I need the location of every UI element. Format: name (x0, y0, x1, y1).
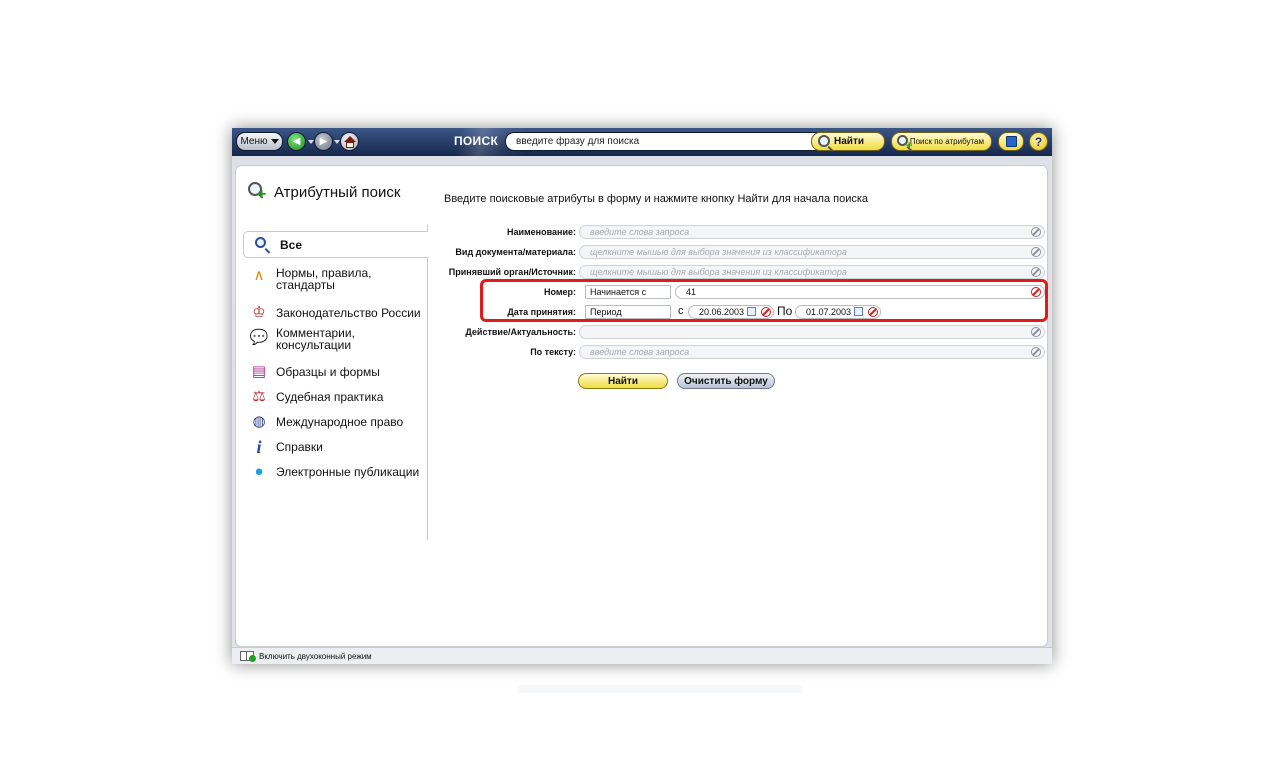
sidebar-item-references[interactable]: i Справки (250, 437, 323, 457)
sidebar-item-court-practice[interactable]: ⚖ Судебная практика (250, 388, 383, 406)
background-strip (518, 685, 802, 693)
sidebar-item-label: Комментарии, консультации (276, 326, 355, 352)
sidebar-item-label: Все (280, 237, 303, 252)
help-button[interactable]: ? (1029, 132, 1048, 151)
dual-window-icon[interactable] (240, 651, 256, 662)
disc-icon: ● (254, 463, 264, 480)
name-label: Наименование: (506, 227, 576, 237)
menu-button-label: Меню (240, 136, 268, 147)
sidebar-item-label: Справки (276, 440, 323, 454)
sidebar-item-norms[interactable]: ∧ Нормы, правила, стандарты (250, 267, 386, 291)
sidebar-title: + Атрибутный поиск (248, 182, 401, 203)
clear-status-icon[interactable] (1031, 327, 1041, 337)
form-instruction: Введите поисковые атрибуты в форму и наж… (444, 193, 869, 205)
sidebar-item-comments[interactable]: 💬 Комментарии, консультации (250, 327, 386, 351)
toolbar-find-button[interactable]: Найти (811, 132, 885, 151)
plus-icon: + (906, 140, 913, 152)
clear-doc-type-icon[interactable] (1031, 247, 1041, 257)
sidebar-item-label: Образцы и формы (276, 365, 380, 379)
plus-icon: + (257, 186, 267, 203)
text-search-input[interactable]: введите слова запроса (579, 345, 1045, 359)
attribute-search-icon: + (248, 182, 268, 203)
search-icon (254, 236, 272, 254)
home-button[interactable] (340, 132, 359, 151)
sidebar-item-label: Нормы, правила, стандарты (276, 266, 372, 292)
attribute-search-button[interactable]: + Поиск по атрибутам (891, 132, 992, 152)
sidebar-item-e-publications[interactable]: ● Электронные публикации (250, 463, 419, 481)
highlight-annotation-box (480, 279, 1048, 322)
dual-window-toggle[interactable]: Включить двухоконный режим (259, 652, 372, 661)
status-input[interactable] (579, 325, 1045, 339)
issuer-input[interactable]: щелкните мышью для выбора значения из кл… (579, 265, 1045, 279)
doc-type-label: Вид документа/материала: (455, 247, 576, 257)
sidebar-item-label: Судебная практика (276, 390, 384, 404)
forward-button[interactable]: ▶ (314, 132, 333, 151)
arrow-right-icon: ▶ (319, 136, 328, 147)
sidebar-item-forms[interactable]: ▤ Образцы и формы (250, 363, 380, 381)
globe-icon: ◍ (252, 413, 266, 430)
form-find-button[interactable]: Найти (578, 373, 668, 389)
info-icon: i (256, 437, 262, 457)
clear-text-search-icon[interactable] (1031, 347, 1041, 357)
eagle-emblem-icon: ♔ (252, 304, 266, 321)
form-find-label: Найти (608, 375, 638, 387)
book-icon (1006, 136, 1017, 147)
back-button[interactable]: ◀ (287, 132, 306, 151)
compass-icon: ∧ (253, 267, 265, 284)
clear-form-button[interactable]: Очистить форму (677, 373, 775, 389)
name-input[interactable]: введите слова запроса (579, 225, 1045, 239)
app-window: Меню ◀ ▶ ПОИСК введите фразу для поиска … (232, 128, 1052, 664)
text-search-placeholder: введите слова запроса (590, 347, 690, 357)
text-search-label: По тексту: (530, 347, 576, 357)
home-icon-wall (346, 142, 354, 148)
content-panel: + Атрибутный поиск Все ∧ Нормы, правила,… (235, 165, 1048, 647)
search-input-text: введите фразу для поиска (516, 136, 640, 147)
issuer-placeholder: щелкните мышью для выбора значения из кл… (590, 267, 847, 277)
chevron-down-icon (270, 139, 279, 144)
toolbar-find-label: Найти (834, 136, 864, 147)
sidebar-item-label: Международное право (276, 415, 404, 429)
sidebar-title-text: Атрибутный поиск (274, 183, 401, 201)
search-section-label: ПОИСК (454, 134, 499, 148)
help-icon: ? (1034, 134, 1043, 149)
magnifier-icon (818, 135, 830, 147)
sidebar-item-international-law[interactable]: ◍ Международное право (250, 413, 403, 431)
magnifier-icon (255, 236, 266, 248)
speech-bubble-icon: 💬 (249, 329, 269, 346)
scales-icon: ⚖ (252, 388, 266, 405)
issuer-label: Принявший орган/Источник: (448, 267, 576, 277)
menu-button[interactable]: Меню (236, 132, 283, 151)
clear-name-icon[interactable] (1031, 227, 1041, 237)
form-document-icon: ▤ (251, 363, 267, 380)
doc-type-placeholder: щелкните мышью для выбора значения из кл… (590, 247, 847, 257)
attribute-search-label: Поиск по атрибутам (909, 137, 984, 146)
clear-form-label: Очистить форму (684, 375, 768, 387)
status-label: Действие/Актуальность: (465, 327, 576, 337)
main-toolbar: Меню ◀ ▶ ПОИСК введите фразу для поиска … (232, 128, 1052, 156)
doc-type-input[interactable]: щелкните мышью для выбора значения из кл… (579, 245, 1045, 259)
status-bar: Включить двухоконный режим (232, 647, 1052, 664)
arrow-left-icon: ◀ (292, 136, 301, 147)
sidebar-item-label: Электронные публикации (276, 465, 420, 479)
clear-issuer-icon[interactable] (1031, 267, 1041, 277)
name-placeholder: введите слова запроса (590, 227, 690, 237)
dictionary-button[interactable] (998, 132, 1024, 151)
